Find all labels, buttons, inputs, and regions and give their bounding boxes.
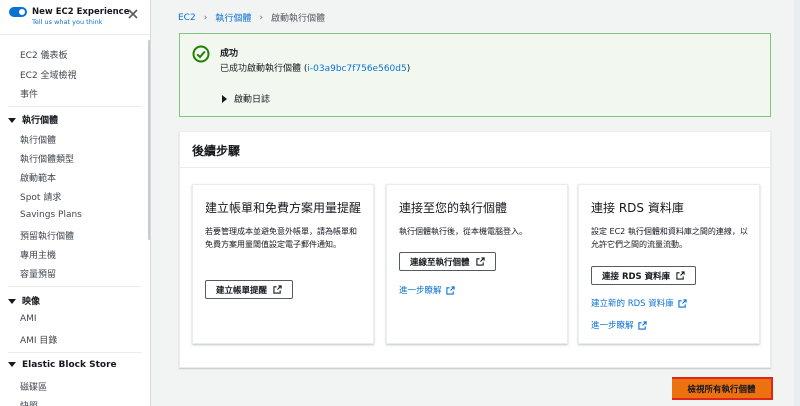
card-title: 連接至您的執行個體 bbox=[399, 201, 508, 215]
sidebar-divider bbox=[8, 352, 142, 353]
card-description: 設定 EC2 執行個體和資料庫之間的連線，以允許它們之間的流量流動。 bbox=[591, 227, 748, 249]
success-alert: 成功 已成功啟動執行個體 (i-03a9bc7f756e560d5) 啟動日誌 bbox=[179, 33, 771, 117]
sidebar-section-images[interactable]: 映像 bbox=[8, 294, 40, 307]
feedback-link[interactable]: Tell us what you think bbox=[32, 18, 103, 26]
link-label: 進一步瞭解 bbox=[399, 286, 442, 296]
sidebar-item-ec2-dashboard[interactable]: EC2 儀表板 bbox=[20, 48, 68, 61]
billing-alert-card: 建立帳單和免費方案用量提醒 若要管理成本並避免意外帳單，請為帳單和免費方案用量閾… bbox=[192, 184, 374, 344]
sidebar-item-ami-catalog[interactable]: AMI 目錄 bbox=[20, 333, 57, 346]
launch-log-label: 啟動日誌 bbox=[234, 95, 271, 105]
external-link-icon bbox=[475, 257, 485, 266]
sidebar-item-savings-plans[interactable]: Savings Plans bbox=[20, 210, 82, 220]
launch-log-expander[interactable]: 啟動日誌 bbox=[222, 92, 270, 105]
connect-rds-button[interactable]: 連接 RDS 資料庫 bbox=[591, 266, 697, 285]
breadcrumb-current: 啟動執行個體 bbox=[270, 14, 325, 24]
panel-title: 後續步驟 bbox=[192, 144, 241, 158]
sidebar-item-capacity-reservations[interactable]: 容量預留 bbox=[20, 267, 56, 280]
chevron-right-icon: › bbox=[203, 12, 208, 23]
sidebar-section-ebs[interactable]: Elastic Block Store bbox=[8, 360, 117, 370]
learn-more-link[interactable]: 進一步瞭解 bbox=[591, 319, 647, 331]
breadcrumb-ec2[interactable]: EC2 bbox=[178, 13, 196, 23]
external-link-icon bbox=[445, 285, 455, 295]
sidebar-item-instance-types[interactable]: 執行個體類型 bbox=[20, 152, 74, 165]
page-scrollbar[interactable] bbox=[794, 0, 800, 406]
next-steps-panel: 後續步驟 建立帳單和免費方案用量提醒 若要管理成本並避免意外帳單，請為帳單和免費… bbox=[179, 131, 771, 368]
sidebar-item-events[interactable]: 事件 bbox=[20, 87, 38, 100]
connect-instance-card: 連接至您的執行個體 執行個體執行後，從本機電腦登入。 連線至執行個體 進一步瞭解 bbox=[386, 184, 568, 344]
create-billing-alert-button[interactable]: 建立帳單提醒 bbox=[205, 280, 294, 299]
side-navigation: New EC2 Experience Tell us what you thin… bbox=[0, 0, 151, 406]
sidebar-item-spot-requests[interactable]: Spot 請求 bbox=[20, 190, 61, 203]
chevron-right-icon: › bbox=[259, 12, 263, 23]
caret-down-icon bbox=[8, 118, 16, 123]
breadcrumb-instances[interactable]: 執行個體 bbox=[215, 11, 251, 24]
link-label: 進一步瞭解 bbox=[591, 321, 634, 331]
sidebar-divider bbox=[8, 106, 142, 107]
experience-toggle-area: New EC2 Experience Tell us what you thin… bbox=[0, 0, 150, 35]
caret-down-icon bbox=[8, 362, 16, 367]
sidebar-scrollbar[interactable] bbox=[148, 40, 150, 240]
card-title: 連接 RDS 資料庫 bbox=[591, 201, 684, 215]
external-link-icon bbox=[678, 298, 687, 308]
caret-down-icon bbox=[8, 299, 16, 304]
view-all-instances-button[interactable]: 檢視所有執行個體 bbox=[658, 377, 773, 400]
sidebar-divider bbox=[8, 286, 142, 287]
new-experience-toggle[interactable] bbox=[9, 7, 27, 17]
card-description: 執行個體執行後，從本機電腦登入。 bbox=[399, 227, 527, 236]
section-label: 執行個體 bbox=[22, 116, 59, 126]
external-link-icon bbox=[676, 271, 685, 280]
sidebar-item-snapshots[interactable]: 快照 bbox=[20, 399, 38, 406]
card-title: 建立帳單和免費方案用量提醒 bbox=[205, 201, 362, 215]
sidebar-item-volumes[interactable]: 磁碟區 bbox=[20, 380, 47, 393]
alert-message-prefix: 已成功啟動執行個體 ( bbox=[220, 64, 308, 74]
experience-title: New EC2 Experience bbox=[32, 7, 130, 17]
breadcrumb: EC2 › 執行個體 › 啟動執行個體 bbox=[178, 11, 325, 25]
connect-rds-card: 連接 RDS 資料庫 設定 EC2 執行個體和資料庫之間的連線，以允許它們之間的… bbox=[578, 184, 760, 344]
sidebar-item-dedicated-hosts[interactable]: 專用主機 bbox=[20, 248, 56, 261]
caret-right-icon bbox=[222, 95, 227, 103]
button-label: 檢視所有執行個體 bbox=[687, 384, 756, 395]
section-label: 映像 bbox=[22, 297, 41, 307]
button-label: 連接 RDS 資料庫 bbox=[602, 271, 671, 282]
external-link-icon bbox=[637, 320, 647, 330]
instance-id-link[interactable]: i-03a9bc7f756e560d5 bbox=[307, 64, 406, 74]
sidebar-section-instances[interactable]: 執行個體 bbox=[8, 113, 58, 126]
sidebar-item-ec2-global-view[interactable]: EC2 全域檢視 bbox=[20, 68, 77, 81]
section-label: Elastic Block Store bbox=[22, 360, 117, 370]
connect-to-instance-button[interactable]: 連線至執行個體 bbox=[399, 252, 496, 271]
button-label: 連線至執行個體 bbox=[410, 257, 470, 268]
button-label: 建立帳單提醒 bbox=[216, 285, 268, 296]
link-label: 建立新的 RDS 資料庫 bbox=[591, 299, 674, 309]
alert-message: 已成功啟動執行個體 (i-03a9bc7f756e560d5) bbox=[220, 61, 410, 74]
sidebar-item-reserved-instances[interactable]: 預留執行個體 bbox=[20, 229, 74, 242]
alert-title: 成功 bbox=[220, 49, 239, 59]
success-check-icon bbox=[192, 45, 210, 63]
close-icon[interactable] bbox=[127, 8, 139, 20]
sidebar-item-launch-templates[interactable]: 啟動範本 bbox=[20, 171, 56, 184]
create-rds-link[interactable]: 建立新的 RDS 資料庫 bbox=[591, 297, 687, 309]
panel-divider bbox=[180, 167, 770, 168]
sidebar-item-ami[interactable]: AMI bbox=[20, 314, 37, 324]
card-description: 若要管理成本並避免意外帳單，請為帳單和免費方案用量閾值設定電子郵件通知。 bbox=[205, 227, 357, 249]
sidebar-item-instances[interactable]: 執行個體 bbox=[20, 133, 56, 146]
external-link-icon bbox=[273, 285, 282, 294]
learn-more-link[interactable]: 進一步瞭解 bbox=[399, 284, 455, 296]
alert-message-suffix: ) bbox=[406, 64, 411, 74]
